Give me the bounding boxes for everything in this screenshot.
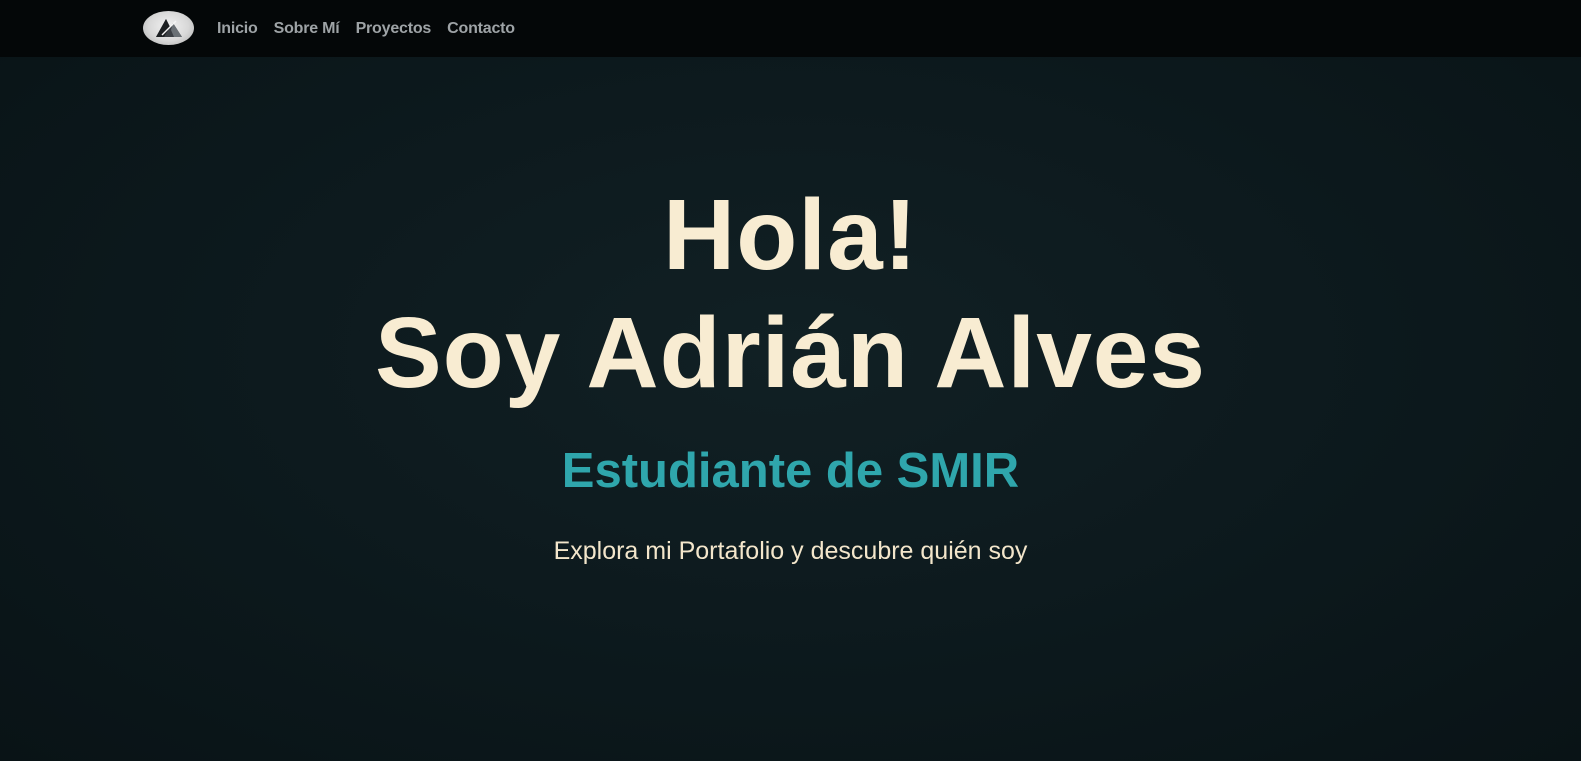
top-navbar: Inicio Sobre Mí Proyectos Contacto [0, 0, 1581, 57]
hero-section: Hola! Soy Adrián Alves Estudiante de SMI… [0, 57, 1581, 761]
nav-link-inicio[interactable]: Inicio [217, 20, 258, 38]
hero-name: Soy Adrián Alves [374, 297, 1207, 409]
nav-link-proyectos[interactable]: Proyectos [356, 20, 432, 38]
hero-greeting: Hola! [663, 179, 918, 291]
logo-icon[interactable] [143, 11, 194, 45]
nav-link-contacto[interactable]: Contacto [447, 20, 515, 38]
nav-links: Inicio Sobre Mí Proyectos Contacto [217, 0, 515, 57]
hero-role: Estudiante de SMIR [561, 444, 1020, 498]
mountain-logo-icon [155, 19, 182, 37]
nav-link-sobre-mi[interactable]: Sobre Mí [274, 20, 340, 38]
hero-title: Hola! Soy Adrián Alves [0, 176, 1581, 412]
hero-tagline: Explora mi Portafolio y descubre quién s… [553, 537, 1028, 565]
